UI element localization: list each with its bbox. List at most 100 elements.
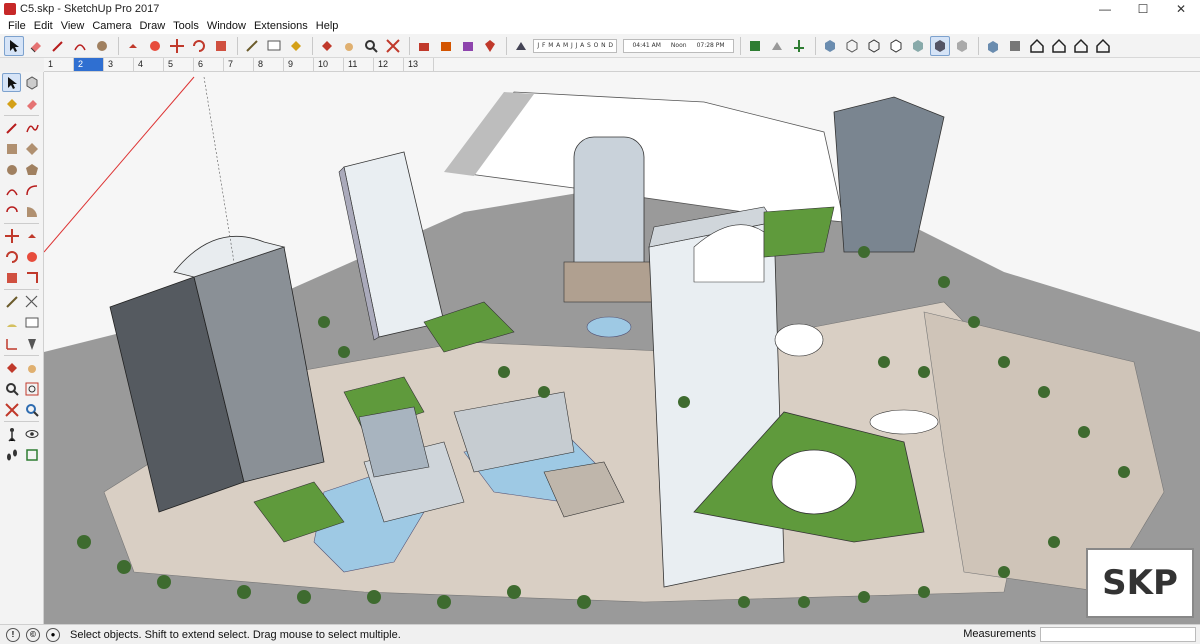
zoom-window-button[interactable]: [22, 379, 41, 398]
menu-extensions[interactable]: Extensions: [250, 18, 312, 34]
model-scene[interactable]: [44, 72, 1200, 624]
text-tool-button[interactable]: [264, 36, 284, 56]
move-tool-button[interactable]: [2, 226, 21, 245]
menu-help[interactable]: Help: [312, 18, 343, 34]
scene-tab-4[interactable]: 4: [134, 58, 164, 71]
minimize-button[interactable]: —: [1086, 0, 1124, 18]
view-iso-button[interactable]: [983, 36, 1003, 56]
make-component-button[interactable]: [22, 73, 41, 92]
line-tool-button[interactable]: [48, 36, 68, 56]
scale-tool-button[interactable]: [211, 36, 231, 56]
style-wireframe-button[interactable]: [864, 36, 884, 56]
section-plane-button[interactable]: [745, 36, 765, 56]
scene-tab-13[interactable]: 13: [404, 58, 434, 71]
offset-tool-button[interactable]: [22, 268, 41, 287]
move-tool-button[interactable]: [167, 36, 187, 56]
extension-warehouse-button[interactable]: [458, 36, 478, 56]
pie-tool-button[interactable]: [22, 202, 41, 221]
pan-tool-button[interactable]: [22, 358, 41, 377]
polygon-tool-button[interactable]: [22, 160, 41, 179]
three-point-arc-button[interactable]: [2, 202, 21, 221]
style-backedges-button[interactable]: [842, 36, 862, 56]
arc-tool-button[interactable]: [2, 181, 21, 200]
view-right-button[interactable]: [1049, 36, 1069, 56]
push-pull-button[interactable]: [22, 226, 41, 245]
eraser-tool-button[interactable]: [22, 94, 41, 113]
menu-draw[interactable]: Draw: [135, 18, 169, 34]
scene-tab-10[interactable]: 10: [314, 58, 344, 71]
zoom-tool-button[interactable]: [361, 36, 381, 56]
view-front-button[interactable]: [1027, 36, 1047, 56]
tape-measure-button[interactable]: [2, 292, 21, 311]
style-monochrome-button[interactable]: [952, 36, 972, 56]
previous-view-button[interactable]: [22, 400, 41, 419]
scale-tool-button[interactable]: [2, 268, 21, 287]
zoom-extents-button[interactable]: [383, 36, 403, 56]
view-left-button[interactable]: [1093, 36, 1113, 56]
two-point-arc-button[interactable]: [22, 181, 41, 200]
menu-camera[interactable]: Camera: [88, 18, 135, 34]
rectangle-tool-button[interactable]: [2, 139, 21, 158]
rotated-rectangle-button[interactable]: [22, 139, 41, 158]
menu-window[interactable]: Window: [203, 18, 250, 34]
zoom-extents-button[interactable]: [2, 400, 21, 419]
follow-me-button[interactable]: [145, 36, 165, 56]
view-back-button[interactable]: [1071, 36, 1091, 56]
dimension-tool-button[interactable]: [22, 292, 41, 311]
shape-tool-button[interactable]: [92, 36, 112, 56]
freehand-tool-button[interactable]: [22, 118, 41, 137]
menu-file[interactable]: File: [4, 18, 30, 34]
zoom-tool-button[interactable]: [2, 379, 21, 398]
paint-bucket-button[interactable]: [286, 36, 306, 56]
protractor-tool-button[interactable]: [2, 313, 21, 332]
scene-tab-8[interactable]: 8: [254, 58, 284, 71]
ruby-console-button[interactable]: [480, 36, 500, 56]
orbit-tool-button[interactable]: [317, 36, 337, 56]
section-plane-button[interactable]: [22, 445, 41, 464]
scene-tab-1[interactable]: 1: [44, 58, 74, 71]
text-tool-button[interactable]: [22, 313, 41, 332]
scene-tab-12[interactable]: 12: [374, 58, 404, 71]
style-textured-button[interactable]: [929, 35, 950, 56]
warehouse-button[interactable]: [414, 36, 434, 56]
close-button[interactable]: ✕: [1162, 0, 1200, 18]
tape-measure-button[interactable]: [242, 36, 262, 56]
scene-tab-2[interactable]: 2: [74, 58, 104, 71]
select-tool-button[interactable]: [2, 73, 21, 92]
scene-tab-3[interactable]: 3: [104, 58, 134, 71]
section-display-button[interactable]: [767, 36, 787, 56]
orbit-tool-button[interactable]: [2, 358, 21, 377]
circle-tool-button[interactable]: [2, 160, 21, 179]
rotate-tool-button[interactable]: [189, 36, 209, 56]
scene-tab-5[interactable]: 5: [164, 58, 194, 71]
scene-tab-6[interactable]: 6: [194, 58, 224, 71]
component-button[interactable]: [436, 36, 456, 56]
axes-tool-button[interactable]: [2, 334, 21, 353]
scene-tab-9[interactable]: 9: [284, 58, 314, 71]
scene-tab-7[interactable]: 7: [224, 58, 254, 71]
paint-bucket-button[interactable]: [2, 94, 21, 113]
view-top-button[interactable]: [1005, 36, 1025, 56]
pan-tool-button[interactable]: [339, 36, 359, 56]
look-around-button[interactable]: [22, 424, 41, 443]
arc-tool-button[interactable]: [70, 36, 90, 56]
line-tool-button[interactable]: [2, 118, 21, 137]
menu-view[interactable]: View: [57, 18, 89, 34]
menu-tools[interactable]: Tools: [169, 18, 203, 34]
menu-edit[interactable]: Edit: [30, 18, 57, 34]
shadow-month-slider[interactable]: J F M A M J J A S O N D: [533, 38, 618, 53]
walk-tool-button[interactable]: [2, 445, 21, 464]
style-xray-button[interactable]: [820, 36, 840, 56]
follow-me-button[interactable]: [22, 247, 41, 266]
eraser-tool-button[interactable]: [26, 36, 46, 56]
style-hidden-line-button[interactable]: [886, 36, 906, 56]
user-icon[interactable]: ●: [46, 627, 60, 642]
style-shaded-button[interactable]: [908, 36, 928, 56]
model-viewport[interactable]: SKP: [44, 72, 1200, 624]
position-camera-button[interactable]: [2, 424, 21, 443]
section-fill-button[interactable]: [789, 36, 809, 56]
rotate-tool-button[interactable]: [2, 247, 21, 266]
shadow-time-slider[interactable]: 04:41 AM Noon 07:28 PM: [623, 38, 734, 53]
scene-tab-11[interactable]: 11: [344, 58, 374, 71]
3d-text-button[interactable]: [22, 334, 41, 353]
